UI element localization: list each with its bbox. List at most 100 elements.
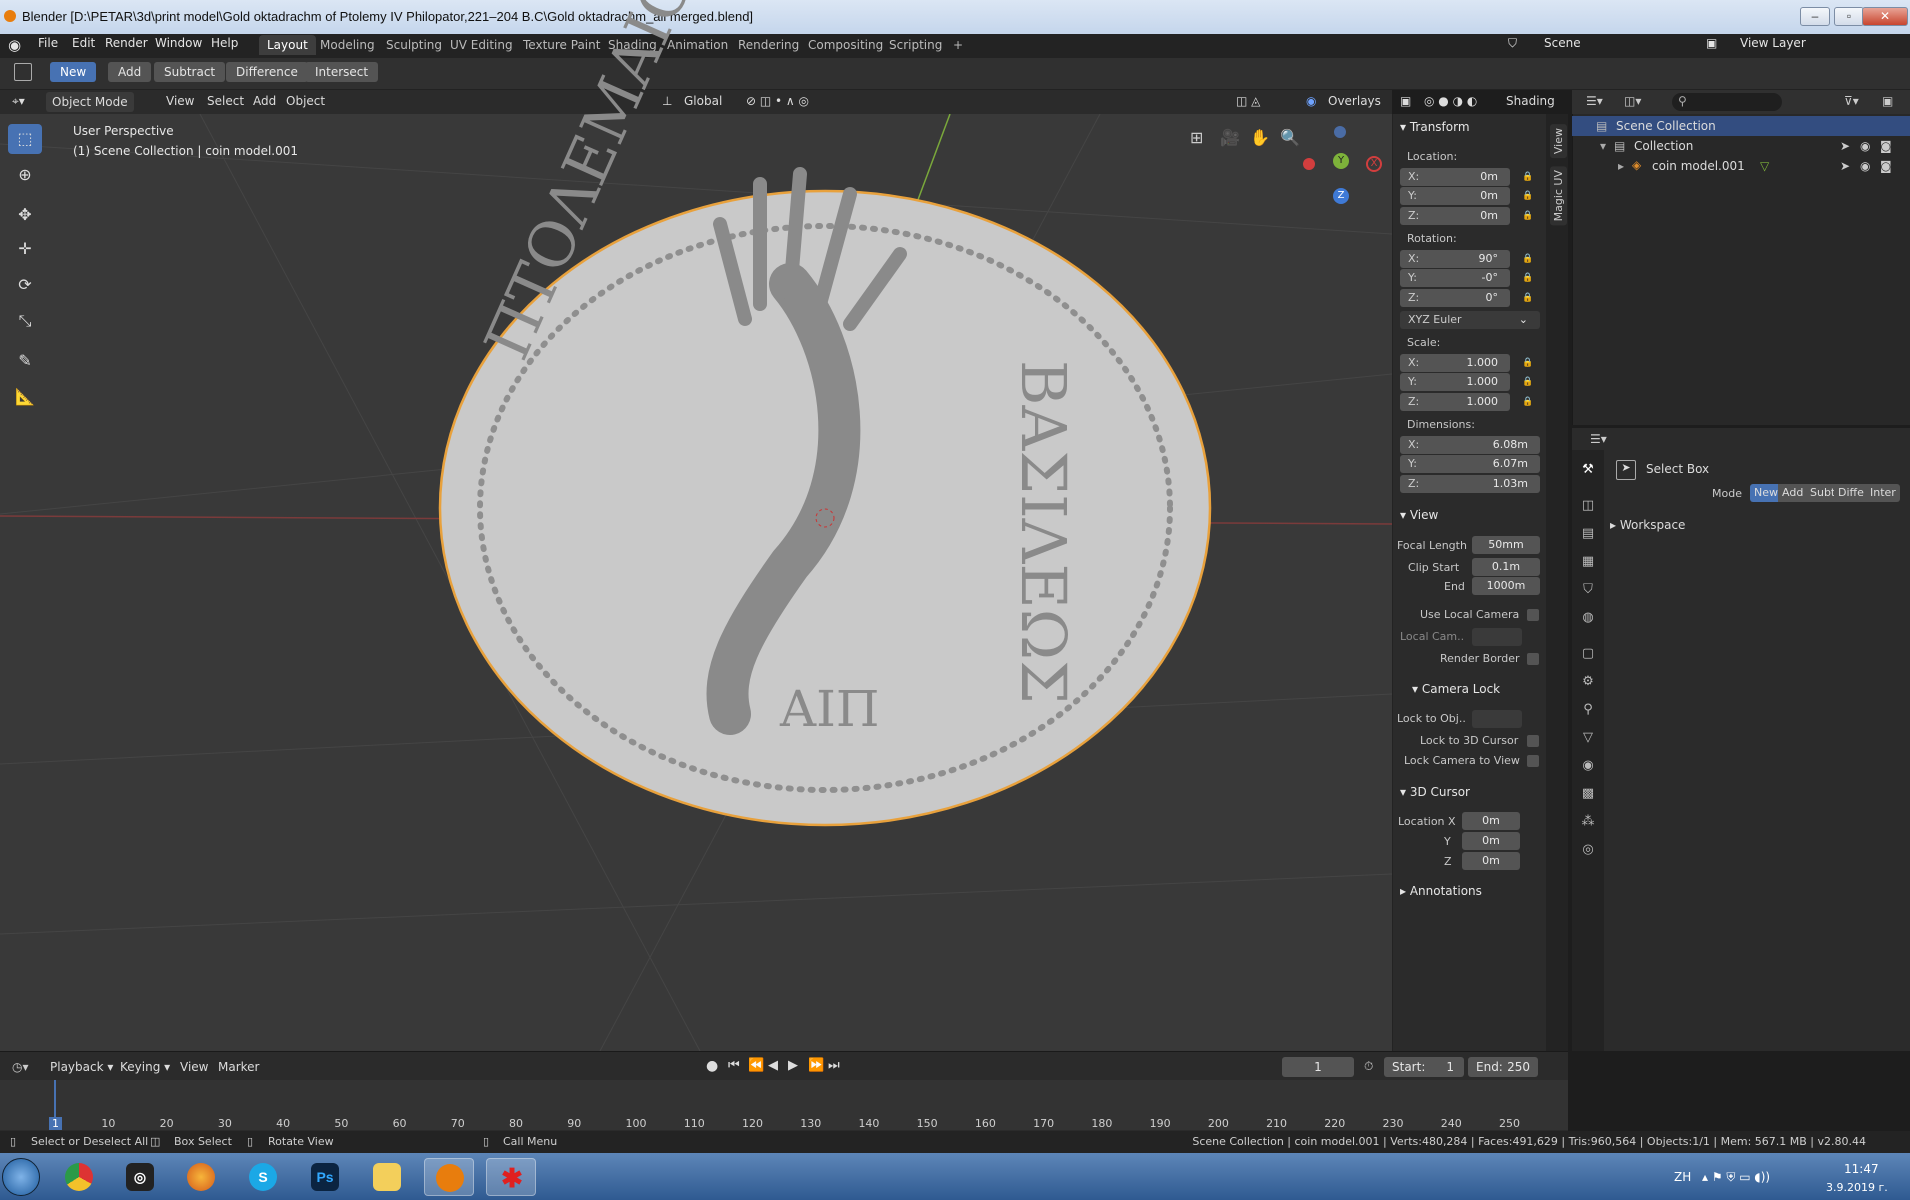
display-mode-icon[interactable]: ◫▾ <box>1624 94 1641 108</box>
tab-view[interactable]: View <box>1550 124 1567 159</box>
tab-compositing[interactable]: Compositing <box>800 35 891 55</box>
new-collection-icon[interactable]: ▣ <box>1882 94 1893 108</box>
rotation-z-field[interactable]: Z: 0° <box>1400 289 1510 307</box>
tab-scripting[interactable]: Scripting <box>881 35 950 55</box>
menu-object[interactable]: Object <box>286 94 325 108</box>
marker-menu[interactable]: Marker <box>218 1060 259 1074</box>
taskbar-chrome[interactable] <box>54 1158 104 1196</box>
grid-view-icon[interactable]: ⊞ <box>1190 128 1203 147</box>
properties-editor-type-icon[interactable]: ☰▾ <box>1590 432 1607 446</box>
move-tool-icon[interactable]: ✥ <box>8 200 42 230</box>
pan-hand-icon[interactable]: ✋ <box>1250 128 1270 147</box>
menu-select[interactable]: Select <box>207 94 244 108</box>
object-tab-icon[interactable]: ▢ <box>1578 646 1598 666</box>
dimensions-z-field[interactable]: Z: 1.03m <box>1400 475 1540 493</box>
move-tool-alt-icon[interactable]: ✛ <box>8 234 42 264</box>
language-indicator[interactable]: ZH <box>1674 1170 1691 1184</box>
clip-end-field[interactable]: 1000m <box>1472 577 1540 595</box>
cursor-x-field[interactable]: 0m <box>1462 812 1520 830</box>
jump-keyframe-back-icon[interactable]: ⏪ <box>748 1058 764 1073</box>
annotate-tool-icon[interactable]: ✎ <box>8 346 42 376</box>
visibility-eye-icon[interactable]: ◉ <box>1860 159 1870 173</box>
taskbar-app-2[interactable]: ◎ <box>115 1158 165 1196</box>
snap-icon[interactable]: ⊘ ◫ • ∧ ◎ <box>746 94 809 108</box>
location-y-field[interactable]: Y: 0m <box>1400 187 1510 205</box>
filter-icon[interactable]: ⊽▾ <box>1844 94 1859 108</box>
props-mode-intersect[interactable]: Inter <box>1866 484 1900 502</box>
lock-to-cursor-checkbox[interactable] <box>1527 735 1539 747</box>
playback-menu[interactable]: Playback ▾ <box>50 1060 113 1074</box>
world-tab-icon[interactable]: ◍ <box>1578 610 1598 630</box>
render-camera-icon[interactable]: ◙ <box>1880 139 1892 153</box>
menu-render[interactable]: Render <box>105 36 148 50</box>
play-reverse-icon[interactable]: ◀ <box>768 1058 778 1073</box>
local-camera-field[interactable] <box>1472 628 1522 646</box>
clock-icon[interactable]: ⏱ <box>1364 1059 1373 1074</box>
select-box-icon[interactable] <box>14 63 32 81</box>
props-mode-add[interactable]: Add <box>1778 484 1808 502</box>
taskbar-explorer[interactable] <box>362 1158 412 1196</box>
gizmo-neg-x[interactable] <box>1303 158 1315 170</box>
use-local-camera-checkbox[interactable] <box>1527 609 1539 621</box>
outliner-row-collection[interactable]: ▾ ▤ Collection ➤ ◉ ◙ <box>1572 136 1910 156</box>
scene-tab-icon[interactable]: ⛉ <box>1578 582 1598 602</box>
output-tab-icon[interactable]: ▤ <box>1578 526 1598 546</box>
orientation-dropdown[interactable]: Global <box>684 94 722 108</box>
tab-modeling[interactable]: Modeling <box>312 35 383 55</box>
camera-view-icon[interactable]: 🎥 <box>1220 128 1240 147</box>
start-frame-field[interactable]: Start: 1 <box>1384 1057 1464 1077</box>
scale-z-field[interactable]: Z: 1.000 <box>1400 393 1510 411</box>
measure-tool-icon[interactable]: 📐 <box>8 382 42 412</box>
tab-magic-uv[interactable]: Magic UV <box>1550 166 1567 226</box>
texture-tab-icon[interactable]: ▩ <box>1578 786 1598 806</box>
lock-location-z-icon[interactable]: 🔒 <box>1522 211 1533 221</box>
mode-subtract-button[interactable]: Subtract <box>154 62 226 82</box>
end-frame-field[interactable]: End: 250 <box>1468 1057 1538 1077</box>
selectable-icon[interactable]: ➤ <box>1840 159 1850 173</box>
mode-new-button[interactable]: New <box>50 62 97 82</box>
tab-uv-editing[interactable]: UV Editing <box>442 35 521 55</box>
object-data-tab-icon[interactable]: ▽ <box>1578 730 1598 750</box>
constraint-tab-icon[interactable]: ⚲ <box>1578 702 1598 722</box>
timeline-editor-type-icon[interactable]: ◷▾ <box>12 1060 29 1074</box>
lock-scale-z-icon[interactable]: 🔒 <box>1522 397 1533 407</box>
cursor-tool-icon[interactable]: ⊕ <box>8 160 42 190</box>
render-border-checkbox[interactable] <box>1527 653 1539 665</box>
view-object-types-icon[interactable]: ◫ ◬ <box>1236 94 1260 108</box>
location-x-field[interactable]: X: 0m <box>1400 168 1510 186</box>
jump-end-icon[interactable]: ⏭ <box>828 1058 840 1073</box>
rotation-x-field[interactable]: X: 90° <box>1400 250 1510 268</box>
menu-edit[interactable]: Edit <box>72 36 95 50</box>
props-mode-difference[interactable]: Diffe <box>1834 484 1868 502</box>
view-layer-tab-icon[interactable]: ▦ <box>1578 554 1598 574</box>
orientation-icon[interactable]: ⊥ <box>662 94 672 108</box>
editor-type-icon[interactable]: ⌖▾ <box>12 94 25 109</box>
record-icon[interactable]: ● <box>706 1058 718 1074</box>
annotations-panel-header[interactable]: ▸ Annotations <box>1400 884 1482 898</box>
outliner-row-coin-model[interactable]: ▸ ◈ coin model.001 ▽ ➤ ◉ ◙ <box>1572 156 1910 176</box>
menu-window[interactable]: Window <box>155 36 202 50</box>
view-panel-header[interactable]: ▾ View <box>1400 508 1438 522</box>
camera-lock-header[interactable]: ▾ Camera Lock <box>1412 682 1500 696</box>
jump-start-icon[interactable]: ⏮ <box>728 1058 740 1073</box>
current-frame-field[interactable]: 1 <box>1282 1057 1354 1077</box>
mode-intersect-button[interactable]: Intersect <box>305 62 379 82</box>
start-button-icon[interactable] <box>2 1158 40 1196</box>
render-tab-icon[interactable]: ◫ <box>1578 498 1598 518</box>
lock-camera-to-view-checkbox[interactable] <box>1527 755 1539 767</box>
xray-icon[interactable]: ▣ <box>1400 94 1411 108</box>
workspace-panel-header[interactable]: ▸ Workspace <box>1610 518 1685 532</box>
taskbar-photoshop[interactable]: Ps <box>300 1158 350 1196</box>
overlays-icon[interactable]: ◉ <box>1306 94 1316 108</box>
rotation-y-field[interactable]: Y: -0° <box>1400 269 1510 287</box>
particles-tab-icon[interactable]: ⁂ <box>1578 814 1598 834</box>
gizmo-x[interactable]: X <box>1366 156 1382 172</box>
tab-texture-paint[interactable]: Texture Paint <box>515 35 608 55</box>
keying-menu[interactable]: Keying ▾ <box>120 1060 170 1074</box>
tray-icons[interactable]: ▴ ⚑ ⛨ ▭ ◖)) <box>1702 1170 1770 1185</box>
close-button[interactable]: ✕ <box>1862 7 1908 26</box>
blender-logo-icon[interactable]: ◉ <box>8 36 21 54</box>
modifier-tab-icon[interactable]: ⚙ <box>1578 674 1598 694</box>
gizmo-y[interactable]: Y <box>1333 153 1349 169</box>
taskbar-blender[interactable] <box>424 1158 474 1196</box>
